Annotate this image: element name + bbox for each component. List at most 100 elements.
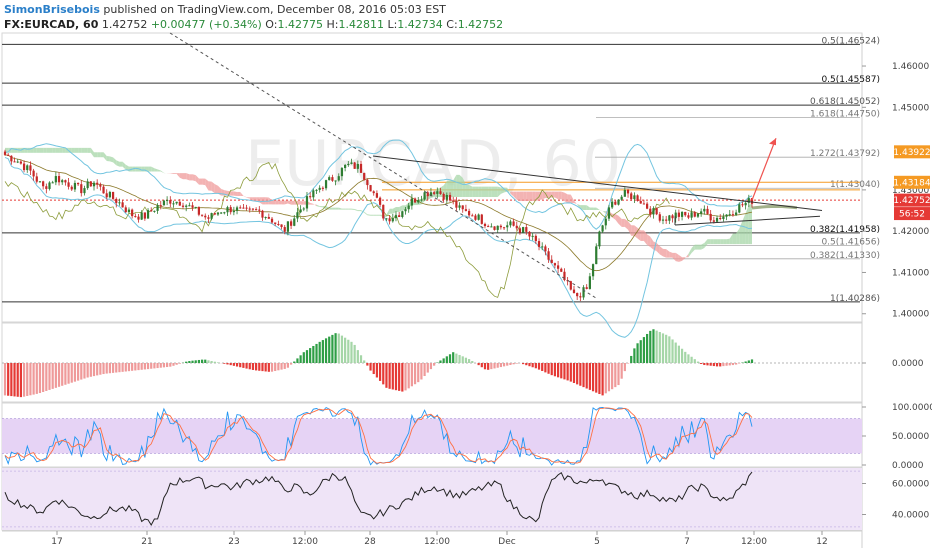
candle-body bbox=[255, 209, 258, 211]
candle-body bbox=[531, 235, 534, 237]
cloud-segment bbox=[395, 207, 400, 212]
fib-label: 1(1.43040) bbox=[830, 180, 880, 190]
macd-bar bbox=[725, 363, 728, 366]
cloud-segment bbox=[370, 214, 374, 216]
cloud-segment bbox=[43, 147, 47, 153]
macd-bar bbox=[35, 363, 38, 394]
projection-arrowhead bbox=[769, 138, 776, 146]
price-marker-label: 56:52 bbox=[899, 210, 925, 220]
cloud-segment bbox=[217, 185, 222, 196]
candle-body bbox=[77, 182, 80, 185]
macd-bar bbox=[566, 363, 569, 381]
cloud-segment bbox=[618, 215, 622, 227]
candle-body bbox=[347, 163, 350, 166]
cloud-segment bbox=[59, 147, 63, 153]
candle-body bbox=[99, 184, 102, 187]
cloud-segment bbox=[39, 147, 44, 153]
candle-body bbox=[480, 214, 483, 224]
cloud-segment bbox=[94, 152, 98, 158]
candle-body bbox=[366, 179, 369, 186]
candle-body bbox=[274, 222, 277, 224]
cloud-segment bbox=[621, 218, 625, 227]
candle-body bbox=[143, 212, 146, 219]
macd-bar bbox=[86, 363, 89, 378]
macd-bar bbox=[80, 363, 83, 380]
cloud-segment bbox=[87, 147, 91, 153]
candle-body bbox=[226, 207, 229, 213]
candle-body bbox=[477, 214, 480, 220]
macd-bar bbox=[398, 363, 401, 391]
cloud-segment bbox=[97, 152, 101, 158]
macd-bar bbox=[706, 363, 709, 366]
cloud-segment bbox=[74, 147, 79, 153]
macd-bar bbox=[607, 363, 611, 392]
candle-body bbox=[92, 182, 96, 187]
candle-body bbox=[283, 227, 286, 232]
candle-body bbox=[331, 177, 334, 181]
candle-body bbox=[556, 265, 560, 269]
candle-body bbox=[636, 195, 639, 201]
candle-body bbox=[537, 241, 541, 247]
candle-body bbox=[725, 214, 728, 217]
macd-bar bbox=[531, 363, 534, 368]
macd-bar bbox=[89, 363, 92, 377]
macd-bar bbox=[191, 360, 194, 363]
candle-body bbox=[220, 212, 223, 214]
macd-bar bbox=[331, 334, 334, 363]
candle-body bbox=[617, 199, 620, 205]
candle-body bbox=[719, 217, 722, 220]
candle-body bbox=[458, 205, 461, 208]
candle-body bbox=[10, 155, 13, 162]
cloud-segment bbox=[90, 147, 95, 158]
macd-bar bbox=[194, 360, 197, 363]
macd-bar bbox=[439, 360, 442, 363]
macd-bar bbox=[680, 348, 684, 363]
macd-bar bbox=[204, 359, 207, 363]
macd-bar bbox=[305, 350, 309, 363]
cloud-segment bbox=[151, 166, 155, 172]
macd-bar bbox=[347, 339, 350, 363]
cloud-segment bbox=[84, 147, 88, 153]
chart-canvas[interactable]: EURCAD, 600.5(1.46524)0.5(1.45587)0.618(… bbox=[0, 0, 932, 550]
time-tick-label: 12:00 bbox=[741, 537, 767, 547]
candle-body bbox=[302, 208, 305, 210]
candle-body bbox=[207, 217, 210, 219]
time-tick-label: 21 bbox=[141, 537, 152, 547]
candle-body bbox=[547, 251, 550, 260]
candle-body bbox=[499, 225, 502, 228]
macd-bar bbox=[309, 348, 312, 363]
last-price: 1.42752 bbox=[101, 18, 148, 31]
candle-body bbox=[216, 212, 220, 215]
cloud-segment bbox=[494, 186, 498, 198]
cloud-segment bbox=[656, 243, 660, 255]
candle-body bbox=[385, 218, 388, 220]
cloud-segment bbox=[351, 208, 355, 210]
macd-bar bbox=[665, 334, 668, 363]
open-value: 1.42775 bbox=[277, 18, 323, 31]
macd-bar bbox=[286, 363, 290, 368]
candle-body bbox=[280, 224, 283, 228]
macd-bar bbox=[747, 360, 750, 363]
candle-body bbox=[305, 196, 309, 209]
cloud-segment bbox=[666, 249, 670, 258]
candle-body bbox=[665, 219, 668, 221]
macd-bar bbox=[490, 363, 493, 370]
candle-body bbox=[22, 163, 26, 171]
macd-bar bbox=[512, 363, 515, 365]
macd-bar bbox=[255, 363, 258, 371]
author-link[interactable]: SimonBrisebois bbox=[4, 3, 100, 16]
macd-tick-label: 0.0000 bbox=[892, 359, 924, 369]
macd-bar bbox=[550, 363, 553, 376]
cloud-segment bbox=[589, 207, 594, 211]
candle-body bbox=[407, 205, 410, 210]
candle-body bbox=[264, 216, 267, 218]
macd-bar bbox=[261, 363, 264, 372]
macd-bar bbox=[515, 363, 518, 364]
candle-body bbox=[29, 165, 32, 171]
candle-body bbox=[658, 214, 661, 221]
cloud-segment bbox=[106, 156, 110, 162]
cloud-segment bbox=[567, 194, 571, 203]
cloud-segment bbox=[685, 253, 689, 258]
time-tick-label: 23 bbox=[228, 537, 239, 547]
macd-bar bbox=[385, 363, 388, 388]
